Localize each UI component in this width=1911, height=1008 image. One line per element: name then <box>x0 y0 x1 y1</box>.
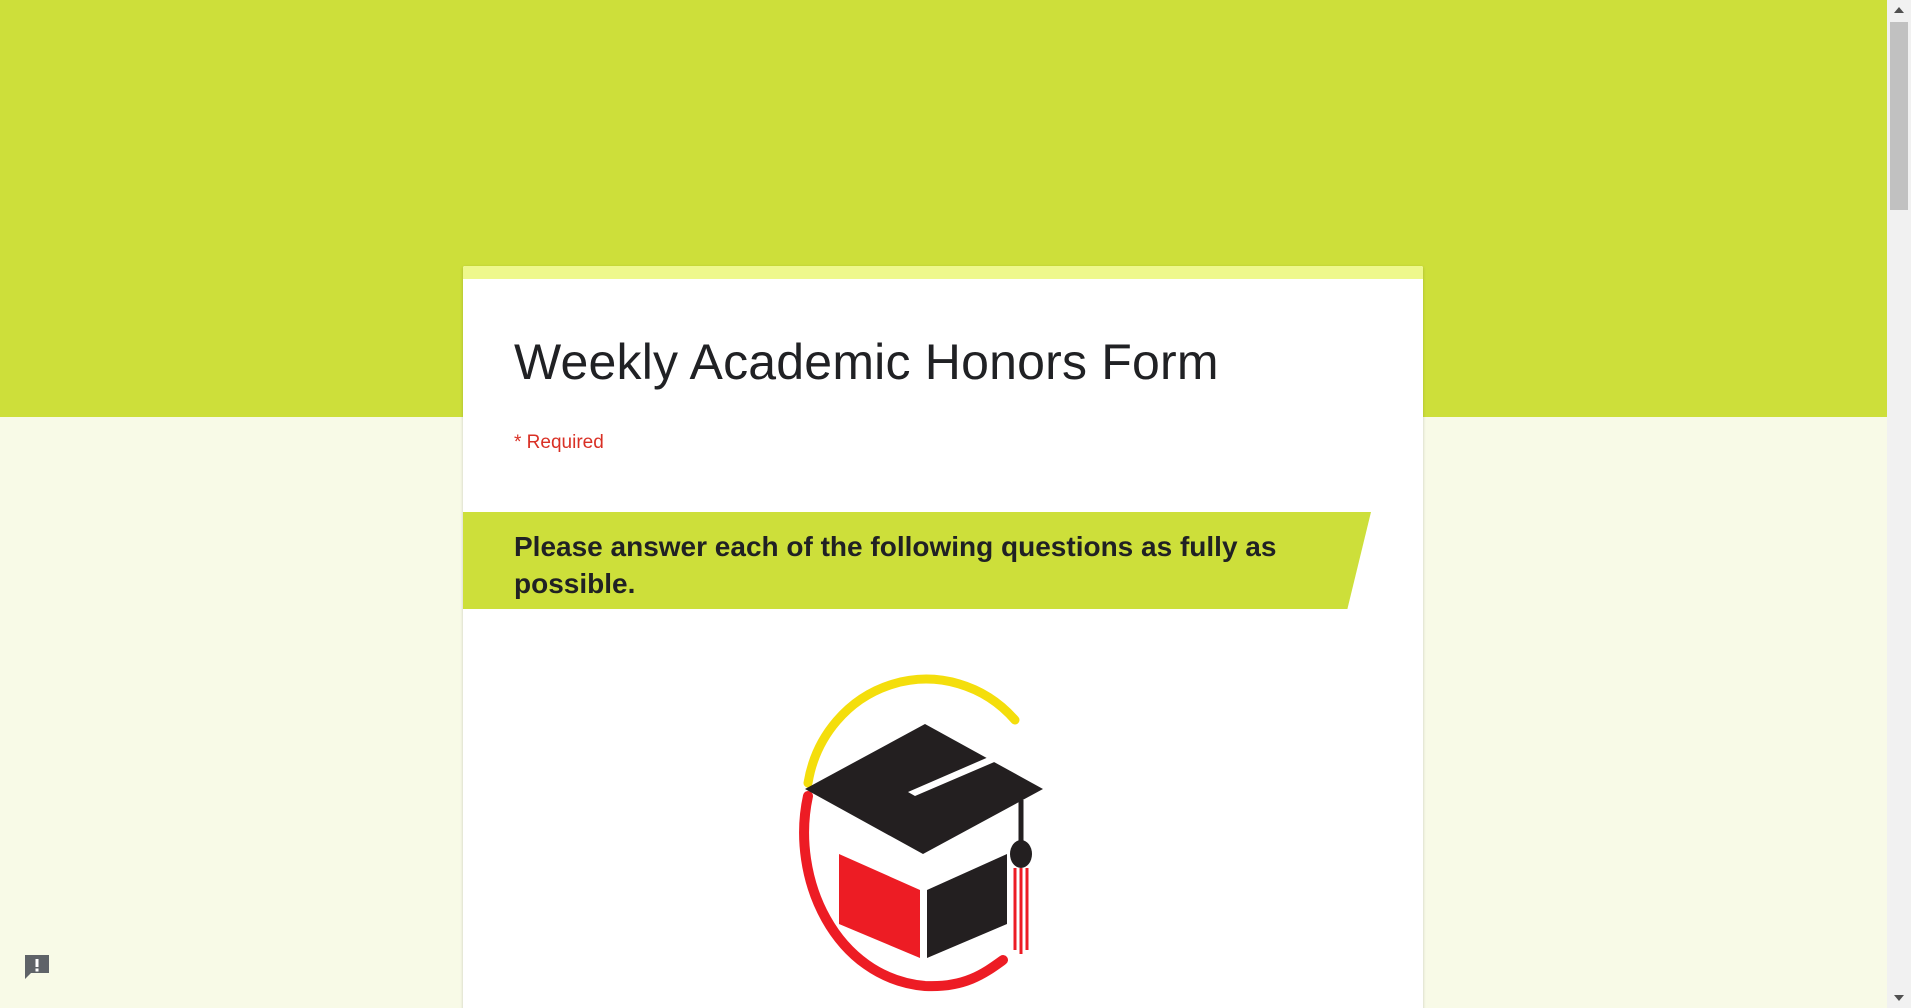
form-title: Weekly Academic Honors Form <box>514 334 1219 390</box>
report-problem-icon <box>25 955 49 979</box>
arrow-up-icon[interactable] <box>1887 0 1911 20</box>
scrollbar-thumb[interactable] <box>1890 22 1908 210</box>
form-header-card: Weekly Academic Honors Form * Required P… <box>463 266 1423 1008</box>
graduation-cap-logo <box>775 668 1075 998</box>
card-accent-bar <box>463 266 1423 279</box>
arrow-down-icon[interactable] <box>1887 988 1911 1008</box>
vertical-scrollbar[interactable] <box>1887 0 1911 1008</box>
report-problem-button[interactable] <box>21 951 53 983</box>
required-note: * Required <box>514 432 604 453</box>
section-header-text: Please answer each of the following ques… <box>514 531 1277 599</box>
